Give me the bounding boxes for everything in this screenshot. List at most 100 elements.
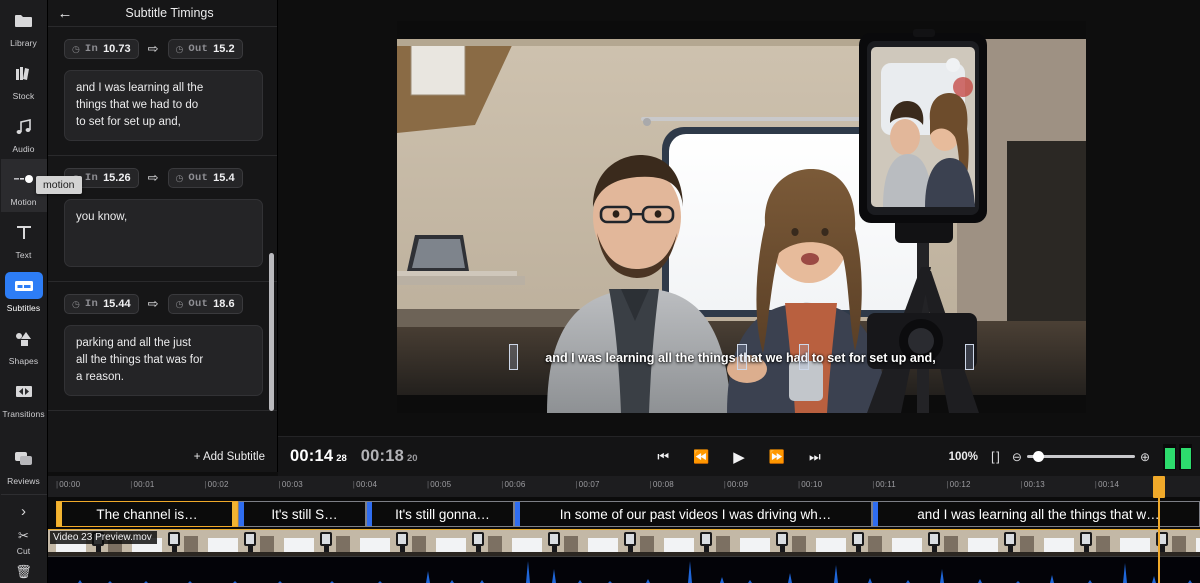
subtitle-clip[interactable]: It's still S…	[238, 501, 366, 527]
play-button[interactable]: ▶	[733, 448, 745, 466]
tick-mark: |	[1094, 480, 1098, 489]
sidebar-item-transitions[interactable]: Transitions	[1, 371, 47, 424]
playhead[interactable]	[1153, 476, 1165, 583]
subtitle-clip[interactable]: and I was learning all the things that w…	[872, 501, 1200, 527]
subtitle-text-input[interactable]: you know,	[64, 199, 263, 267]
waveform-peak	[1123, 563, 1127, 583]
out-label: Out	[188, 298, 209, 310]
audio-track[interactable]	[48, 557, 1200, 583]
tick-label: 00:12	[949, 480, 971, 489]
fast-forward-button[interactable]: ⏩	[769, 449, 785, 465]
in-label: In	[84, 43, 99, 55]
clip-label: It's still gonna…	[395, 506, 490, 522]
ruler-tick: |00:07	[575, 480, 599, 489]
subtitle-clip[interactable]: In some of our past videos I was driving…	[514, 501, 872, 527]
video-preview[interactable]: and I was learning all the things that w…	[397, 21, 1086, 413]
sidebar-item-shapes[interactable]: Shapes	[1, 318, 47, 371]
out-label: Out	[188, 172, 209, 184]
expand-panel-button[interactable]: ›	[1, 495, 47, 526]
fit-to-screen-icon[interactable]: [ ]	[991, 449, 1000, 464]
subtitle-text-input[interactable]: parking and all the just all the things …	[64, 325, 263, 396]
subtitle-in-time-field[interactable]: ◷ In 10.73	[64, 39, 139, 59]
timeline-ruler[interactable]: |00:00 |00:01 |00:02 |00:03 |00:04 |00:05 |00:…	[48, 476, 1200, 498]
cut-tool-button[interactable]: ✂ Cut	[1, 526, 47, 560]
sidebar-item-subtitles[interactable]: Subtitles	[1, 265, 47, 318]
subtitle-clip[interactable]: The channel is…	[56, 501, 238, 527]
zoom-level-label[interactable]: 100%	[949, 451, 978, 463]
ruler-tick: |00:06	[501, 480, 525, 489]
filmstrip-thumbnail	[504, 530, 580, 556]
subtitle-entry[interactable]: ◷ In 10.73 ⇨ ◷ Out 15.2 and I was learni…	[48, 27, 277, 156]
skip-to-start-button[interactable]: ⏮	[657, 449, 669, 465]
audio-meter-right	[1179, 443, 1192, 470]
subtitle-out-time-field[interactable]: ◷ Out 18.6	[167, 294, 243, 314]
zoom-slider-knob[interactable]	[1032, 451, 1044, 462]
filmstrip-thumbnail	[276, 530, 352, 556]
subtitle-text-input[interactable]: and I was learning all the things that w…	[64, 70, 263, 141]
ruler-tick: |00:11	[872, 480, 896, 489]
out-value: 15.4	[213, 172, 235, 184]
tick-label: 00:04	[356, 480, 378, 489]
subtitle-entry[interactable]: ◷ In 15.44 ⇨ ◷ Out 18.6 parking and all …	[48, 282, 277, 411]
sidebar-item-library[interactable]: Library	[1, 0, 47, 53]
sidebar-item-text[interactable]: Text	[1, 212, 47, 265]
tick-label: 00:13	[1023, 480, 1045, 489]
subtitle-track[interactable]: The channel is… It's still S… It's still g…	[48, 498, 1200, 529]
add-subtitle-button[interactable]: + Add Subtitle	[48, 442, 277, 472]
subtitle-entry[interactable]: ◷ In 15.26 ⇨ ◷ Out 15.4 you know,	[48, 156, 277, 282]
comments-icon	[5, 445, 43, 472]
delete-button[interactable]: 🗑	[1, 560, 47, 583]
total-frames: 20	[406, 453, 418, 464]
subtitle-out-time-field[interactable]: ◷ Out 15.4	[167, 168, 243, 188]
skip-to-end-button[interactable]: ⏭	[809, 449, 821, 465]
caption-handle-mid-right[interactable]	[799, 344, 809, 370]
rewind-button[interactable]: ⏪	[693, 449, 709, 465]
subtitle-timings-panel: ← Subtitle Timings ◷ In 10.73 ⇨ ◷ Out 15…	[48, 0, 278, 472]
caption-handle-right[interactable]	[965, 344, 974, 370]
tick-label: 00:10	[801, 480, 823, 489]
cut-tool-label: Cut	[16, 546, 31, 556]
left-tool-rail: Library Stock Audio Motion Text Subtitle…	[0, 0, 48, 583]
video-track[interactable]	[48, 529, 1200, 557]
subtitle-in-time-field[interactable]: ◷ In 15.44	[64, 294, 139, 314]
tick-label: 00:03	[281, 480, 303, 489]
ruler-tick: |00:05	[427, 480, 451, 489]
music-note-icon	[5, 113, 43, 140]
subtitle-clip[interactable]: It's still gonna…	[366, 501, 514, 527]
caption-handle-mid-left[interactable]	[737, 344, 747, 370]
zoom-slider[interactable]: ⊖ ⊕	[1012, 450, 1150, 464]
in-label: In	[84, 172, 99, 184]
timeline[interactable]: |00:00 |00:01 |00:02 |00:03 |00:04 |00:05 |00:…	[48, 476, 1200, 583]
out-value: 18.6	[213, 298, 235, 310]
current-timecode[interactable]: 00:14 28	[290, 447, 347, 466]
total-timecode: 00:18 20	[361, 447, 418, 466]
clip-label: It's still S…	[271, 506, 338, 522]
caption-handle-left[interactable]	[509, 344, 518, 370]
folder-icon	[5, 7, 43, 34]
tooltip: motion	[36, 176, 82, 194]
waveform-peak	[526, 561, 530, 583]
zoom-out-icon[interactable]: ⊖	[1012, 450, 1022, 464]
zoom-in-icon[interactable]: ⊕	[1140, 450, 1150, 464]
in-value: 10.73	[103, 43, 131, 55]
tick-mark: |	[56, 480, 59, 489]
tick-mark: |	[204, 480, 207, 489]
subtitle-out-time-field[interactable]: ◷ Out 15.2	[167, 39, 243, 59]
arrow-right-icon: ⇨	[147, 296, 159, 311]
subtitle-entry-list[interactable]: ◷ In 10.73 ⇨ ◷ Out 15.2 and I was learni…	[48, 27, 277, 442]
clock-icon: ◷	[175, 298, 184, 309]
tick-mark: |	[946, 480, 949, 489]
sidebar-item-stock[interactable]: Stock	[1, 53, 47, 106]
zoom-slider-track[interactable]	[1026, 451, 1135, 462]
clip-right-handle[interactable]	[232, 502, 237, 526]
waveform-peak	[552, 569, 556, 583]
subtitles-icon	[4, 272, 43, 299]
sidebar-item-audio[interactable]: Audio	[1, 106, 47, 159]
ruler-tick: |00:03	[279, 480, 303, 489]
panel-scrollbar[interactable]	[269, 253, 274, 411]
sidebar-item-reviews[interactable]: Reviews	[1, 438, 47, 494]
playhead-handle[interactable]	[1153, 476, 1165, 498]
subtitle-line: and I was learning all the	[76, 82, 204, 94]
transitions-icon	[5, 378, 43, 405]
ruler-tick: |00:00	[56, 480, 80, 489]
